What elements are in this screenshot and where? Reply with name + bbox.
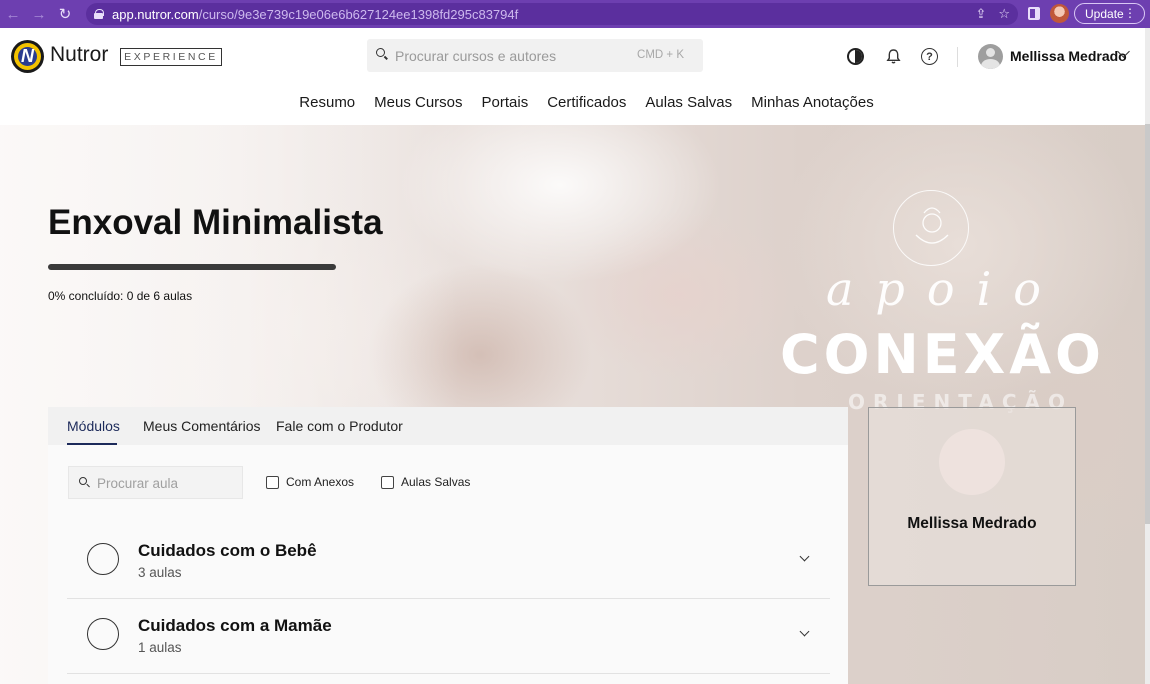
module-status-icon: [87, 618, 119, 650]
star-icon[interactable]: ☆: [998, 6, 1010, 22]
chevron-down-icon[interactable]: [799, 551, 810, 562]
checkbox-com-anexos[interactable]: [266, 475, 279, 489]
module-title: Cuidados com o Bebê: [138, 541, 317, 560]
browser-toolbar: ← → ↻ app.nutror.com/curso/9e3e739c19e06…: [0, 0, 1150, 28]
search-icon: [376, 48, 385, 57]
help-icon[interactable]: ?: [921, 48, 938, 65]
nav-minhas-anotacoes[interactable]: Minhas Anotações: [751, 94, 874, 111]
nav-portais[interactable]: Portais: [482, 94, 529, 111]
header-divider: [957, 47, 958, 67]
update-button[interactable]: Update ⋮: [1074, 3, 1145, 24]
lesson-search-input[interactable]: [97, 473, 237, 493]
experience-badge: EXPERIENCE: [120, 48, 222, 66]
course-content-panel: Módulos Meus Comentários Fale com o Prod…: [48, 407, 848, 684]
user-name[interactable]: Mellissa Medrado: [1010, 48, 1127, 64]
share-icon[interactable]: ⇪: [975, 6, 986, 22]
url-host: app.nutror.com: [112, 6, 199, 22]
banner-main-word: CONEXÃO: [780, 323, 1105, 386]
module-title: Cuidados com a Mamãe: [138, 616, 332, 635]
module-item[interactable]: Cuidados com o Bebê 3 aulas: [67, 524, 830, 599]
producer-name: Mellissa Medrado: [907, 515, 1037, 532]
nav-certificados[interactable]: Certificados: [547, 94, 626, 111]
update-label: Update: [1085, 6, 1124, 21]
theme-toggle-icon[interactable]: [847, 48, 864, 65]
course-tabs: Módulos Meus Comentários Fale com o Prod…: [48, 407, 848, 445]
tab-fale-com-o-produtor[interactable]: Fale com o Produtor: [276, 418, 403, 434]
tab-modulos[interactable]: Módulos: [67, 418, 120, 434]
url-path: /curso/9e3e739c19e06e6b627124ee1398fd295…: [198, 6, 519, 22]
search-icon: [79, 477, 87, 485]
chevron-down-icon[interactable]: [799, 626, 810, 637]
module-lesson-count: 3 aulas: [138, 565, 182, 580]
tab-meus-comentarios[interactable]: Meus Comentários: [143, 418, 261, 434]
nav-resumo[interactable]: Resumo: [299, 94, 355, 111]
app-header: N Nutror EXPERIENCE CMD + K ? Mellissa M…: [0, 28, 1145, 125]
address-bar[interactable]: app.nutror.com/curso/9e3e739c19e06e6b627…: [86, 3, 1018, 25]
progress-text: 0% concluído: 0 de 6 aulas: [48, 289, 193, 303]
nutror-logo-icon[interactable]: N: [11, 40, 44, 73]
menu-dots-icon[interactable]: ⋮: [1124, 6, 1136, 20]
search-shortcut: CMD + K: [637, 49, 684, 61]
course-title: Enxoval Minimalista: [48, 203, 383, 242]
filter-com-anexos[interactable]: Com Anexos: [266, 475, 354, 489]
browser-profile-avatar[interactable]: [1050, 4, 1069, 23]
page-scrollbar[interactable]: [1145, 28, 1150, 684]
sidebar-icon[interactable]: [1028, 7, 1040, 20]
filter-aulas-salvas[interactable]: Aulas Salvas: [381, 475, 470, 489]
global-search-input[interactable]: [395, 45, 635, 67]
producer-card[interactable]: Mellissa Medrado: [868, 407, 1076, 586]
filter-com-anexos-label: Com Anexos: [286, 475, 355, 489]
progress-bar: [48, 264, 336, 270]
banner-script-word: apoio: [826, 262, 1063, 316]
main-nav: Resumo Meus Cursos Portais Certificados …: [0, 94, 1145, 111]
producer-avatar: [939, 429, 1005, 495]
module-lesson-count: 1 aulas: [138, 640, 182, 655]
checkbox-aulas-salvas[interactable]: [381, 475, 394, 489]
active-tab-indicator: [67, 443, 117, 445]
banner-emblem-icon: [893, 190, 969, 266]
nav-aulas-salvas[interactable]: Aulas Salvas: [645, 94, 732, 111]
nav-meus-cursos[interactable]: Meus Cursos: [374, 94, 462, 111]
scrollbar-thumb[interactable]: [1145, 124, 1150, 524]
reload-icon[interactable]: ↻: [52, 0, 78, 28]
logo-letter: N: [21, 46, 34, 66]
avatar[interactable]: [978, 44, 1003, 69]
forward-icon[interactable]: →: [26, 0, 52, 28]
banner-logo-art: apoio CONEXÃO ORIENTAÇÃO: [780, 180, 1120, 420]
global-search[interactable]: CMD + K: [367, 39, 703, 72]
module-item[interactable]: Cuidados com a Mamãe 1 aulas: [67, 599, 830, 674]
lesson-search[interactable]: [68, 466, 243, 499]
bell-icon[interactable]: [885, 48, 902, 65]
filter-aulas-salvas-label: Aulas Salvas: [401, 475, 471, 489]
module-status-icon: [87, 543, 119, 575]
brand-name[interactable]: Nutror: [50, 43, 108, 67]
back-icon[interactable]: ←: [0, 0, 26, 28]
lock-icon: [94, 9, 104, 19]
